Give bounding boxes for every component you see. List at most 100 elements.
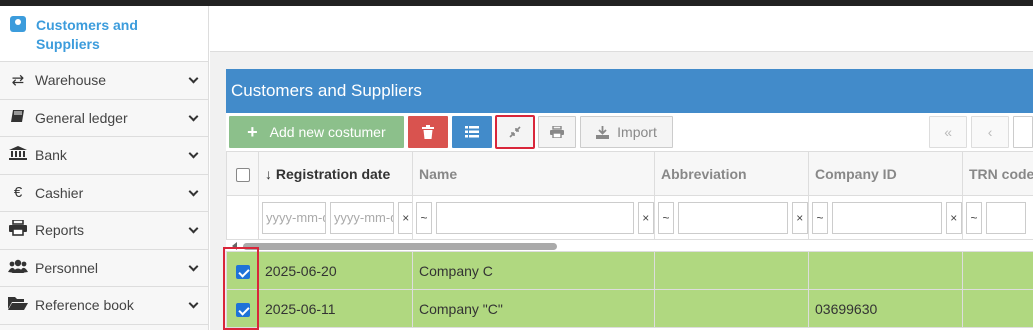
chevron-down-icon	[188, 188, 198, 198]
sidebar-item-bank[interactable]: Bank	[0, 137, 208, 175]
column-name[interactable]: Name	[412, 151, 655, 196]
users-icon	[8, 259, 28, 277]
sidebar-item-reference-book[interactable]: Reference book	[0, 287, 208, 325]
chevron-down-icon	[188, 113, 198, 123]
cell-date: 2025-06-20	[258, 251, 413, 290]
chevron-down-icon	[188, 150, 198, 160]
double-chevron-left-icon: «	[944, 124, 952, 140]
first-page-button[interactable]: «	[929, 116, 968, 148]
cell-abbreviation	[654, 289, 809, 328]
compress-icon	[509, 126, 521, 138]
sidebar-item-label: Warehouse	[35, 72, 107, 89]
sidebar-item-label: Customers and Suppliers	[36, 17, 138, 52]
add-customer-label: Add new costumer	[269, 124, 386, 140]
cell-company-id: 03699630	[808, 289, 963, 328]
folder-open-icon	[8, 296, 28, 314]
column-registration-date[interactable]: ↓ Registration date	[258, 151, 413, 196]
import-button[interactable]: Import	[579, 116, 674, 148]
print-icon	[8, 219, 28, 240]
main-header	[210, 6, 1033, 52]
sidebar-item-reports[interactable]: Reports	[0, 212, 208, 250]
cell-company-id	[808, 251, 963, 290]
panel-title: Customers and Suppliers	[226, 69, 1033, 113]
customers-panel: Customers and Suppliers + Add new costum…	[226, 69, 1033, 330]
filter-row: yyyy-mm-dd yyyy-mm-dd × ~ × ~ ×	[226, 195, 1033, 240]
scrollbar-row	[227, 240, 1033, 252]
chevron-down-icon	[188, 225, 198, 235]
add-customer-button[interactable]: + Add new costumer	[229, 116, 404, 148]
table-row[interactable]: 2025-06-20 Company C	[226, 251, 1033, 290]
sidebar-item-label: Personnel	[35, 259, 99, 276]
trn-filter-input[interactable]	[985, 201, 1026, 234]
checkbox-highlight-box	[223, 247, 259, 330]
abbreviation-filter-input[interactable]	[677, 201, 788, 234]
filter-cell-abbreviation: ~ ×	[654, 195, 809, 240]
list-icon	[464, 126, 479, 138]
column-abbreviation[interactable]: Abbreviation	[654, 151, 809, 196]
exchange-icon: ⇄	[11, 72, 25, 90]
book-icon	[8, 109, 28, 127]
cell-name: Company C	[412, 251, 655, 290]
select-all-checkbox[interactable]	[236, 167, 250, 182]
main-area: Customers and Suppliers + Add new costum…	[210, 6, 1033, 330]
clear-filter-button[interactable]: ×	[945, 201, 962, 234]
cell-trn	[962, 289, 1033, 328]
filter-cell-empty	[226, 195, 259, 240]
sidebar-item-personnel[interactable]: Personnel	[0, 250, 208, 287]
clear-filter-button[interactable]: ×	[637, 201, 654, 234]
column-trn-code[interactable]: TRN code	[962, 151, 1033, 196]
filter-operator[interactable]: ~	[966, 201, 982, 234]
sidebar-item-label: Reports	[35, 222, 85, 239]
address-book-icon	[10, 16, 26, 32]
sidebar-item-label: Cashier	[35, 184, 84, 201]
euro-icon: €	[13, 184, 23, 202]
filter-operator[interactable]: ~	[658, 201, 674, 234]
cell-date: 2025-06-11	[258, 289, 413, 328]
sidebar-item-cashier[interactable]: € Cashier	[0, 175, 208, 212]
filter-cell-name: ~ ×	[412, 195, 655, 240]
cell-abbreviation	[654, 251, 809, 290]
date-to-input[interactable]: yyyy-mm-dd	[329, 201, 394, 234]
name-filter-input[interactable]	[435, 201, 634, 234]
sidebar: Customers and Suppliers ⇄ Warehouse Gene…	[0, 6, 209, 330]
prev-page-button[interactable]: ‹	[971, 116, 1010, 148]
filter-cell-company-id: ~ ×	[808, 195, 963, 240]
cell-trn	[962, 251, 1033, 290]
sidebar-item-label: Reference book	[35, 297, 134, 314]
column-label: Registration date	[275, 165, 391, 182]
chevron-down-icon	[188, 263, 198, 273]
sidebar-item-warehouse[interactable]: ⇄ Warehouse	[0, 62, 208, 100]
sidebar-item-label: Bank	[35, 147, 67, 164]
sidebar-item-customers-and-suppliers[interactable]: Customers and Suppliers	[0, 6, 208, 62]
page-input[interactable]	[1013, 116, 1033, 148]
filter-operator[interactable]: ~	[416, 201, 432, 234]
sort-down-icon: ↓	[265, 165, 272, 182]
compress-button[interactable]	[494, 115, 535, 149]
print-icon	[549, 126, 564, 138]
toolbar: + Add new costumer Import « ‹	[226, 113, 1033, 151]
table-header-row: ↓ Registration date Name Abbreviation Co…	[226, 151, 1033, 196]
customers-table: ↓ Registration date Name Abbreviation Co…	[226, 151, 1033, 328]
list-view-button[interactable]	[451, 116, 492, 148]
chevron-left-icon: ‹	[987, 124, 993, 140]
sidebar-item-general-ledger[interactable]: General ledger	[0, 100, 208, 137]
filter-operator[interactable]: ~	[812, 201, 828, 234]
plus-icon: +	[247, 121, 258, 142]
chevron-down-icon	[188, 75, 198, 85]
bank-icon	[8, 146, 28, 164]
horizontal-scrollbar[interactable]	[242, 243, 557, 250]
column-company-id[interactable]: Company ID	[808, 151, 963, 196]
company-id-filter-input[interactable]	[831, 201, 942, 234]
table-row[interactable]: 2025-06-11 Company "C" 03699630	[226, 289, 1033, 328]
cell-name: Company "C"	[412, 289, 655, 328]
chevron-down-icon	[188, 300, 198, 310]
clear-filter-button[interactable]: ×	[397, 201, 412, 234]
clear-filter-button[interactable]: ×	[791, 201, 808, 234]
sidebar-item-label: General ledger	[35, 109, 128, 126]
print-button[interactable]	[537, 116, 576, 148]
select-all-cell	[226, 151, 259, 196]
trash-icon	[421, 125, 434, 139]
delete-button[interactable]	[407, 116, 448, 148]
date-from-input[interactable]: yyyy-mm-dd	[262, 201, 326, 234]
filter-cell-date: yyyy-mm-dd yyyy-mm-dd ×	[258, 195, 413, 240]
